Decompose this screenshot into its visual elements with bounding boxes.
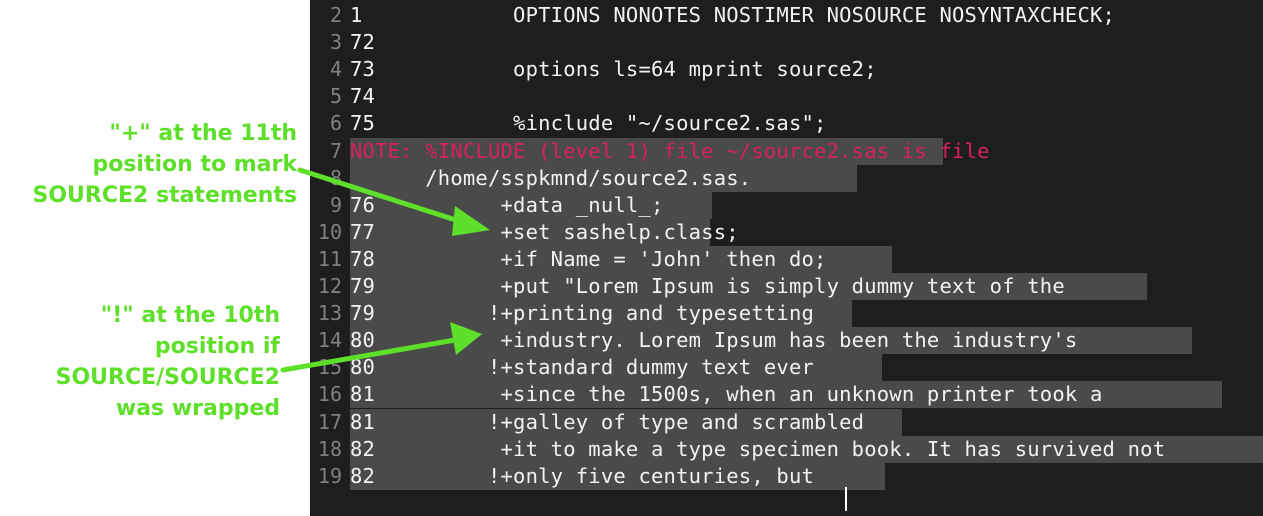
annotation-arrows — [280, 167, 490, 373]
plus-arrow — [297, 167, 490, 236]
bang-arrow — [280, 322, 482, 373]
